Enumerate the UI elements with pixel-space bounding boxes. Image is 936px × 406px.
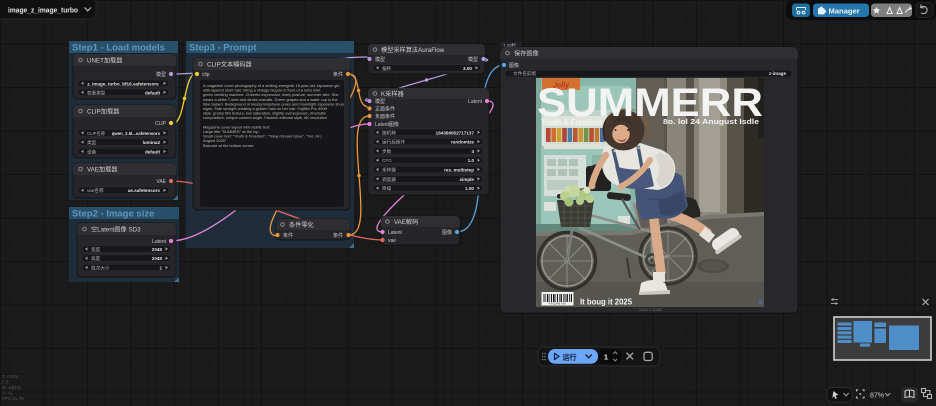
svg-text:default: default xyxy=(145,149,161,154)
svg-text:Barcode at the bottom corner.: Barcode at the bottom corner. xyxy=(203,143,254,148)
svg-text:空Latent图像 SD3: 空Latent图像 SD3 xyxy=(91,226,141,234)
svg-text:3.00: 3.00 xyxy=(463,66,472,71)
svg-text:运行后操作: 运行后操作 xyxy=(382,139,405,146)
svg-text:随机种: 随机种 xyxy=(382,129,396,136)
svg-text:VAE加载器: VAE加载器 xyxy=(87,166,118,174)
svg-text:图像: 图像 xyxy=(442,229,452,236)
svg-text:N: 10[10]: N: 10[10] xyxy=(2,385,21,390)
svg-text:V: 41: V: 41 xyxy=(2,391,13,396)
svg-text:87%: 87% xyxy=(870,392,884,399)
svg-text:ae.safetensors: ae.safetensors xyxy=(128,188,161,193)
svg-text:Step1 - Load models: Step1 - Load models xyxy=(72,43,165,54)
svg-text:vae名称: vae名称 xyxy=(87,187,104,194)
svg-text:I: 0: I: 0 xyxy=(2,380,9,385)
svg-text:1344 × 1346: 1344 × 1346 xyxy=(639,307,662,312)
svg-text:Latent: Latent xyxy=(468,99,483,105)
svg-text:运行: 运行 xyxy=(563,352,577,361)
svg-text:z_image_turbo_bf16.safetensors: z_image_turbo_bf16.safetensors xyxy=(87,81,159,86)
svg-text:image_z_image_turbo: image_z_image_turbo xyxy=(8,5,78,14)
svg-text:z-image: z-image xyxy=(769,71,787,76)
svg-text:图像: 图像 xyxy=(509,62,519,69)
svg-text:FPS:31.79: FPS:31.79 xyxy=(2,396,24,401)
svg-text:Latent: Latent xyxy=(152,239,167,245)
svg-text:1.0: 1.0 xyxy=(468,158,475,163)
svg-text:K采样器: K采样器 xyxy=(381,90,405,98)
svg-text:VAE解码: VAE解码 xyxy=(394,218,418,226)
svg-text:设备: 设备 xyxy=(87,148,97,155)
svg-text:randomize: randomize xyxy=(451,140,474,145)
svg-text:文件名前缀: 文件名前缀 xyxy=(513,70,536,77)
svg-text:条件: 条件 xyxy=(283,232,293,239)
svg-text:模型: 模型 xyxy=(468,56,478,63)
svg-text:偏移: 偏移 xyxy=(382,65,392,72)
svg-text:UNET加载器: UNET加载器 xyxy=(87,57,123,65)
svg-text:模型: 模型 xyxy=(156,71,166,78)
svg-text:qwen_2.5l...safetensors: qwen_2.5l...safetensors xyxy=(112,131,161,136)
svg-text:保存图像: 保存图像 xyxy=(514,50,539,58)
svg-text:模型采样算法AuraFlow: 模型采样算法AuraFlow xyxy=(381,46,445,54)
svg-text:调度器: 调度器 xyxy=(382,176,396,183)
svg-text:高度: 高度 xyxy=(91,255,101,262)
svg-text:res_multistep: res_multistep xyxy=(444,168,474,173)
svg-text:Latent: Latent xyxy=(388,230,403,236)
svg-text:权重类型: 权重类型 xyxy=(87,89,106,96)
svg-text:Latent图像: Latent图像 xyxy=(375,121,399,128)
svg-text:1: 1 xyxy=(159,266,162,271)
svg-text:正面条件: 正面条件 xyxy=(375,106,395,113)
svg-text:2048: 2048 xyxy=(152,247,163,252)
svg-text:模型: 模型 xyxy=(375,56,385,63)
svg-text:负面条件: 负面条件 xyxy=(375,113,395,120)
svg-text:composition, unique camera ang: composition, unique camera angle. Fashio… xyxy=(203,115,327,120)
svg-text:clip: clip xyxy=(202,72,210,78)
svg-text:降噪: 降噪 xyxy=(382,185,392,192)
svg-text:步数: 步数 xyxy=(382,148,392,155)
svg-text:条件: 条件 xyxy=(333,71,343,78)
svg-text:4: 4 xyxy=(471,149,474,154)
svg-text:default: default xyxy=(145,90,161,95)
svg-text:Step2 - Image size: Step2 - Image size xyxy=(72,209,154,220)
svg-text:vae: vae xyxy=(388,238,396,244)
svg-text:条件零化: 条件零化 xyxy=(289,221,314,229)
svg-text:宽度: 宽度 xyxy=(91,246,101,253)
svg-text:CFG: CFG xyxy=(382,158,392,163)
svg-text:T: 0.00s: T: 0.00s xyxy=(2,374,19,379)
svg-text:Manager: Manager xyxy=(829,7,860,16)
svg-text:CLIP名称: CLIP名称 xyxy=(87,130,106,137)
svg-text:CLIP: CLIP xyxy=(155,121,167,127)
svg-text:lumina2: lumina2 xyxy=(143,140,161,145)
svg-text:VAE: VAE xyxy=(156,179,166,185)
svg-text:条件: 条件 xyxy=(333,232,343,239)
svg-text:CLIP文本编码器: CLIP文本编码器 xyxy=(207,61,253,69)
svg-text:Step3 - Prompt: Step3 - Prompt xyxy=(189,43,257,54)
svg-text:采样器: 采样器 xyxy=(382,167,396,174)
svg-text:164366052717137: 164366052717137 xyxy=(436,130,475,135)
svg-text:2048: 2048 xyxy=(152,256,163,261)
svg-text:模型: 模型 xyxy=(375,98,385,105)
svg-text:类型: 类型 xyxy=(87,139,97,146)
svg-text:simple: simple xyxy=(459,177,474,182)
svg-text:CLIP加载器: CLIP加载器 xyxy=(87,108,120,116)
svg-text:批次大小: 批次大小 xyxy=(91,265,110,272)
svg-text:1.00: 1.00 xyxy=(465,186,474,191)
